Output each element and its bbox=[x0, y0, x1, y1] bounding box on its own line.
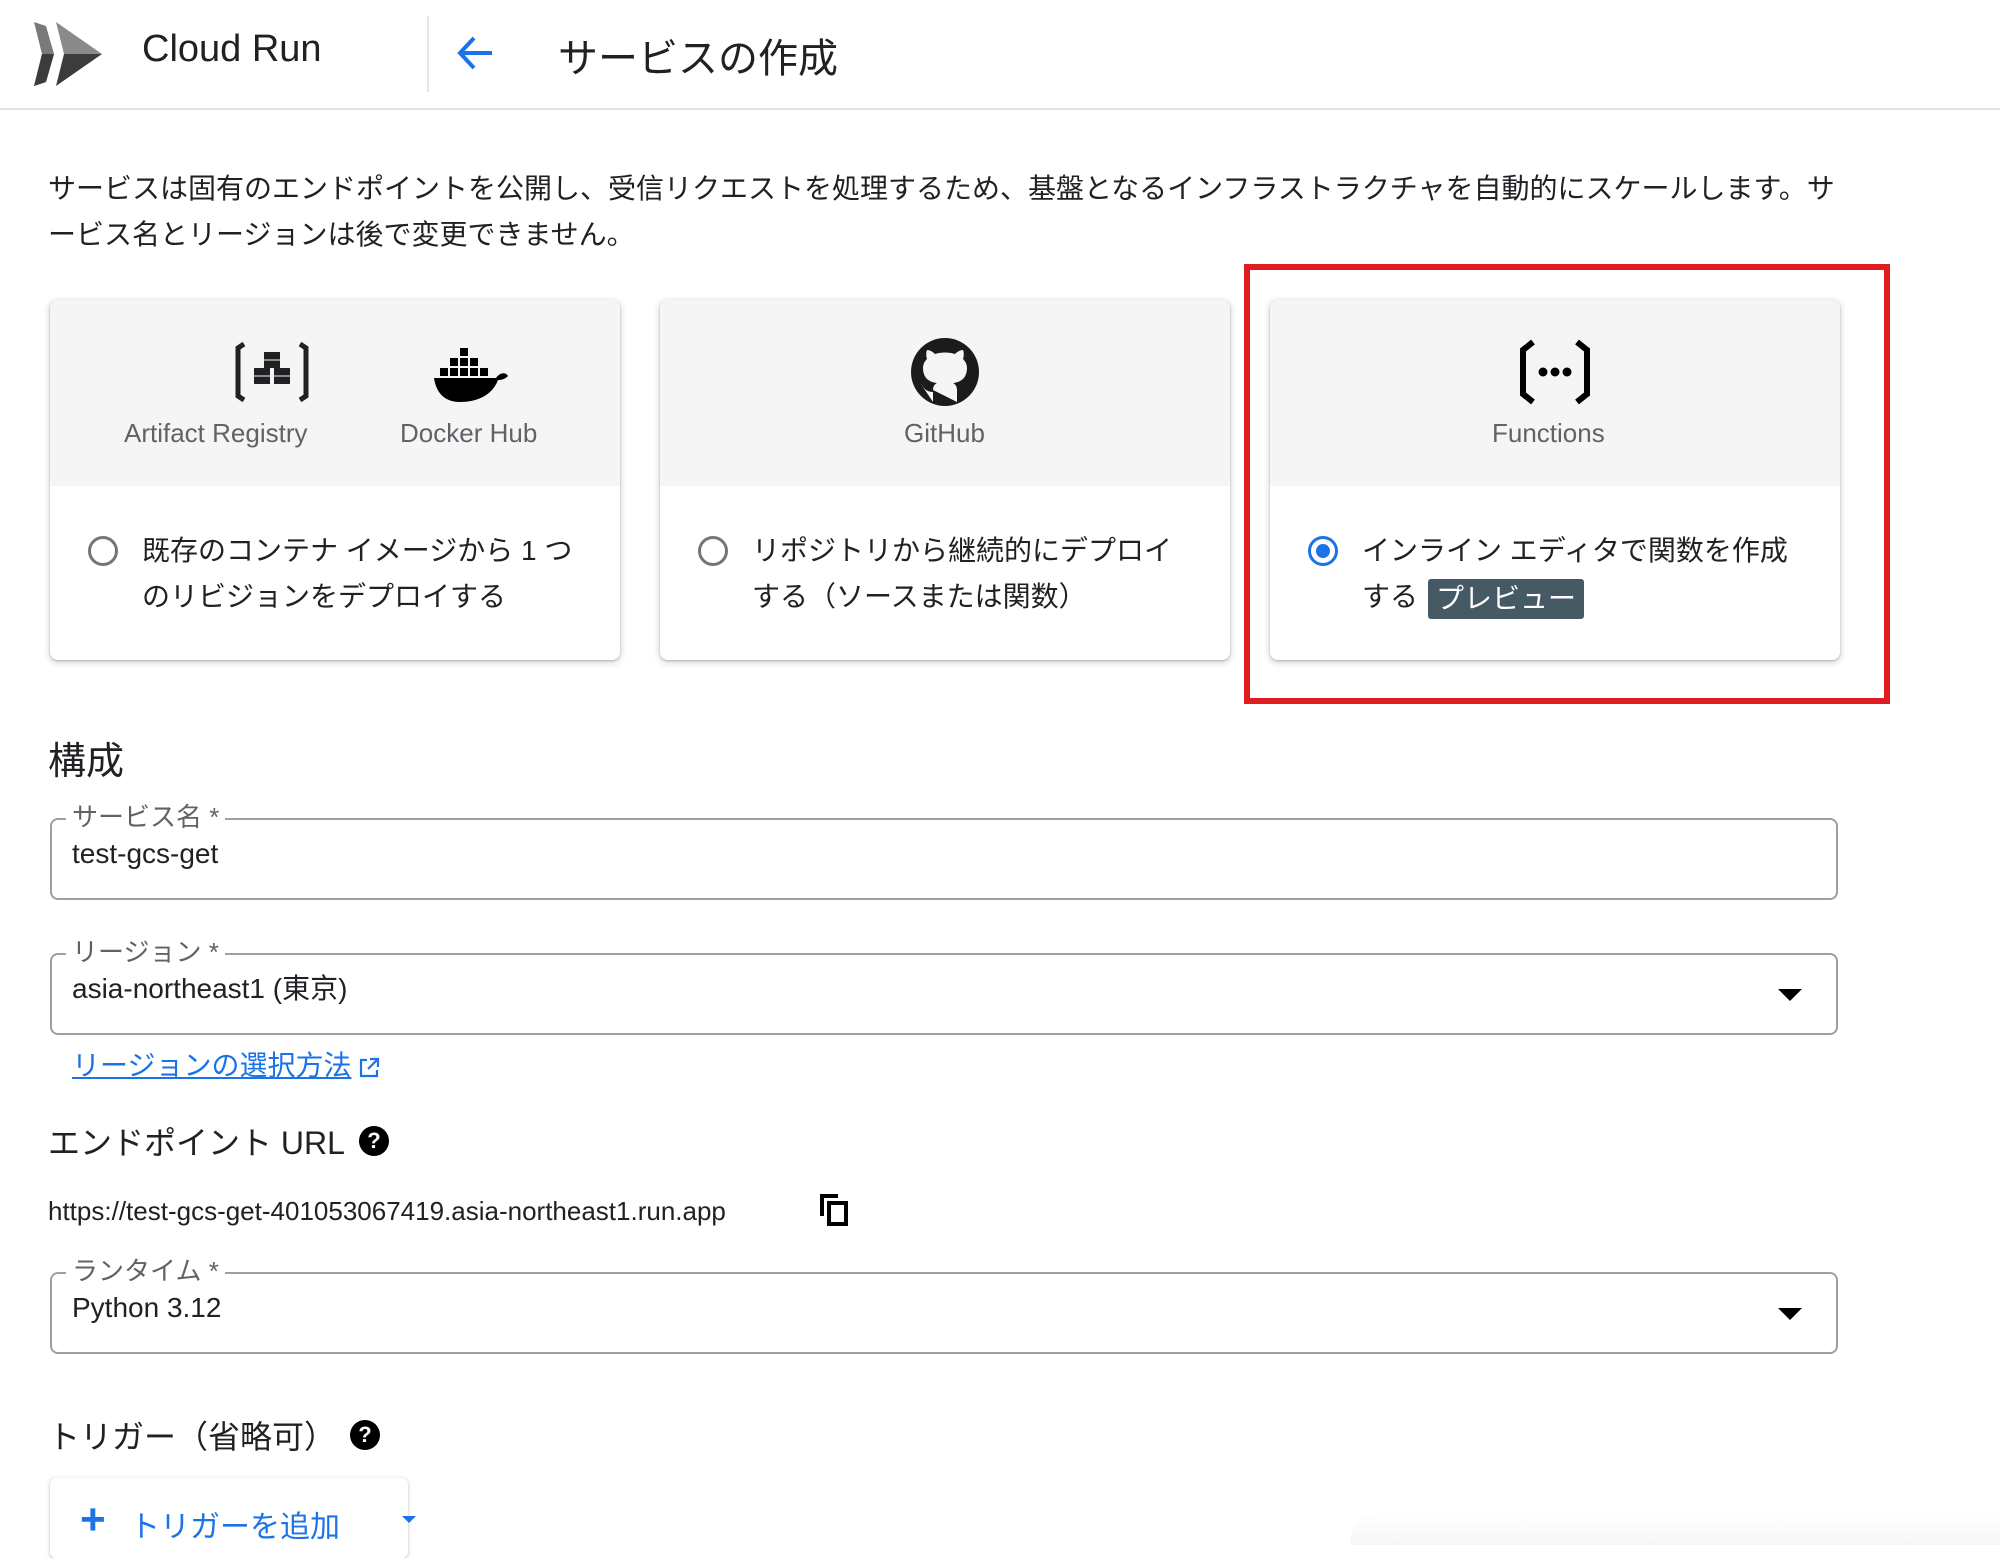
source-label: Docker Hub bbox=[400, 418, 538, 448]
field-label: ランタイム * bbox=[66, 1254, 225, 1288]
app-title: Cloud Run bbox=[142, 28, 322, 70]
cloud-run-logo-icon bbox=[34, 22, 102, 86]
functions-icon bbox=[1520, 339, 1590, 405]
deploy-option-repository[interactable]: GitHub リポジトリから継続的にデプロイする（ソースまたは関数） bbox=[660, 300, 1230, 660]
dropdown-arrow-icon[interactable] bbox=[1778, 1308, 1802, 1320]
trigger-heading-text: トリガー（省略可） bbox=[48, 1419, 337, 1455]
deploy-option-container-image[interactable]: Artifact Registry Docker Hub 既存のコンテナ イメー… bbox=[50, 300, 620, 660]
endpoint-url: https://test-gcs-get-401053067419.asia-n… bbox=[48, 1196, 726, 1226]
region-select[interactable]: リージョン * asia-northeast1 (東京) bbox=[50, 935, 1838, 1035]
docker-icon bbox=[434, 348, 508, 402]
card-header: Functions bbox=[1270, 300, 1840, 486]
endpoint-heading: エンドポイント URL ? bbox=[48, 1118, 389, 1164]
arrow-left-icon bbox=[457, 36, 492, 70]
deploy-option-functions[interactable]: Functions インライン エディタで関数を作成する プレビュー bbox=[1270, 300, 1840, 660]
radio-repository[interactable] bbox=[698, 536, 728, 566]
card-body: 既存のコンテナ イメージから 1 つのリビジョンをデプロイする bbox=[50, 486, 620, 660]
back-button[interactable] bbox=[452, 28, 502, 78]
add-trigger-label: トリガーを追加 bbox=[130, 1511, 340, 1544]
card-body: リポジトリから継続的にデプロイする（ソースまたは関数） bbox=[660, 486, 1230, 660]
help-icon[interactable]: ? bbox=[358, 1126, 389, 1156]
github-icon bbox=[911, 338, 979, 406]
external-link-icon bbox=[360, 1057, 380, 1077]
section-title: 構成 bbox=[48, 741, 125, 783]
option-text: インライン エディタで関数を作成する プレビュー bbox=[1362, 528, 1802, 620]
region-help-link[interactable]: リージョンの選択方法 bbox=[72, 1044, 381, 1084]
page-title: サービスの作成 bbox=[558, 37, 838, 81]
header-divider bbox=[427, 16, 429, 92]
runtime-value: Python 3.12 bbox=[72, 1292, 222, 1323]
top-bar: Cloud Run サービスの作成 bbox=[0, 0, 2000, 110]
endpoint-heading-text: エンドポイント URL bbox=[48, 1125, 345, 1161]
source-label: Artifact Registry bbox=[124, 418, 308, 448]
help-icon[interactable]: ? bbox=[350, 1420, 381, 1450]
trigger-heading: トリガー（省略可） ? bbox=[48, 1412, 381, 1458]
page-description: サービスは固有のエンドポイントを公開し、受信リクエストを処理するため、基盤となる… bbox=[48, 173, 1835, 250]
service-name-input[interactable]: test-gcs-get bbox=[72, 836, 218, 872]
runtime-select[interactable]: ランタイム * Python 3.12 bbox=[50, 1254, 1838, 1354]
copy-icon[interactable] bbox=[818, 1192, 852, 1228]
region-help-link-text[interactable]: リージョンの選択方法 bbox=[72, 1050, 351, 1081]
source-label: GitHub bbox=[904, 418, 985, 448]
card-header: GitHub bbox=[660, 300, 1230, 486]
dropdown-arrow-icon[interactable] bbox=[1778, 989, 1802, 1001]
service-name-field[interactable]: サービス名 * test-gcs-get bbox=[50, 800, 1838, 900]
source-label: Functions bbox=[1492, 418, 1605, 448]
preview-badge: プレビュー bbox=[1428, 578, 1585, 619]
scroll-shadow bbox=[1350, 1510, 2000, 1545]
option-text: リポジトリから継続的にデプロイする（ソースまたは関数） bbox=[752, 535, 1173, 612]
plus-icon: + bbox=[80, 1495, 106, 1544]
option-text: 既存のコンテナ イメージから 1 つのリビジョンをデプロイする bbox=[142, 535, 573, 612]
add-trigger-button[interactable]: + トリガーを追加 bbox=[50, 1478, 416, 1558]
field-label: サービス名 * bbox=[66, 800, 226, 834]
field-label: リージョン * bbox=[66, 935, 225, 969]
region-value: asia-northeast1 (東京) bbox=[72, 973, 348, 1004]
radio-container-image[interactable] bbox=[88, 536, 118, 566]
artifact-registry-icon bbox=[235, 341, 309, 403]
card-header: Artifact Registry Docker Hub bbox=[50, 300, 620, 486]
card-body: インライン エディタで関数を作成する プレビュー bbox=[1270, 486, 1840, 660]
caret-down-icon bbox=[402, 1516, 416, 1523]
radio-functions[interactable] bbox=[1308, 536, 1338, 566]
